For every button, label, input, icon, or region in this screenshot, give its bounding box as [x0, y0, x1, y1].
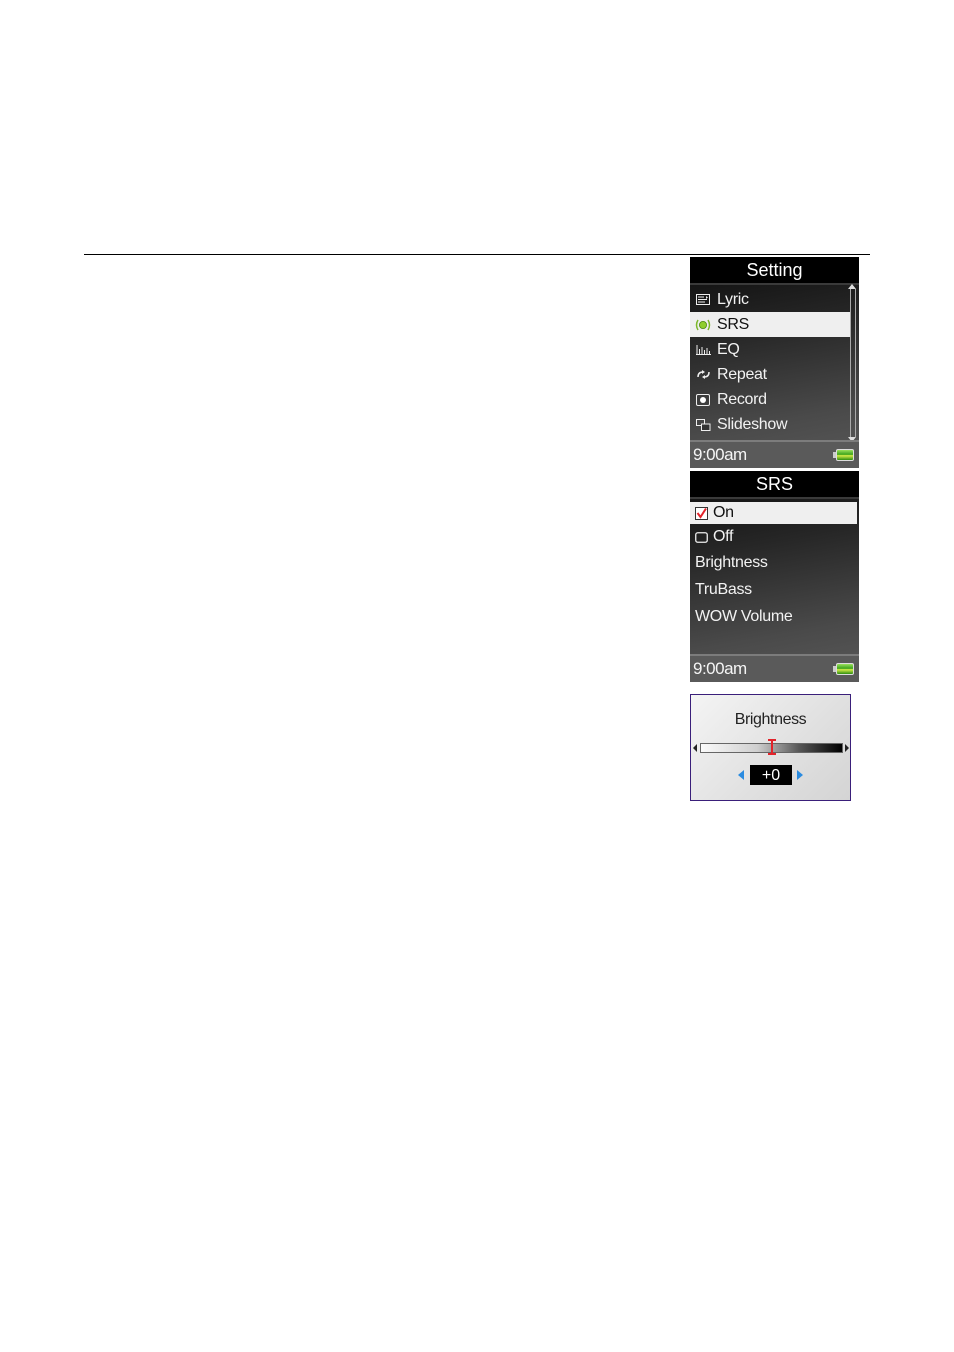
menu-item-record[interactable]: Record [690, 387, 859, 412]
brightness-value: +0 [750, 765, 792, 785]
menu-item-wow-volume[interactable]: WOW Volume [690, 603, 859, 630]
menu-item-label: SRS [717, 315, 749, 333]
menu-item-slideshow[interactable]: Slideshow [690, 412, 859, 437]
repeat-icon [694, 368, 712, 382]
brightness-dialog: Brightness +0 [690, 694, 851, 801]
menu-item-trubass[interactable]: TruBass [690, 576, 859, 603]
menu-item-srs[interactable]: SRS [690, 312, 850, 337]
screen-title: Setting [690, 257, 859, 285]
menu-item-label: EQ [717, 340, 740, 358]
setting-screen: Setting Lyric SRS EQ Repeat Record Slide… [690, 257, 859, 468]
menu-item-eq[interactable]: EQ [690, 337, 859, 362]
battery-icon [833, 449, 854, 461]
menu-item-label: Lyric [717, 290, 749, 308]
record-icon [694, 393, 712, 407]
checkbox-checked-icon[interactable] [694, 506, 708, 520]
menu-item-repeat[interactable]: Repeat [690, 362, 859, 387]
option-off[interactable]: Off [690, 524, 859, 550]
slider-left-arrow-icon[interactable] [693, 744, 697, 752]
option-label: On [713, 504, 734, 521]
increase-arrow-icon[interactable] [797, 770, 803, 780]
slider-thumb[interactable] [767, 739, 776, 755]
menu-item-label: Record [717, 390, 767, 408]
menu-item-label: WOW Volume [695, 607, 793, 625]
battery-icon [833, 663, 854, 675]
menu-item-lyric[interactable]: Lyric [690, 287, 859, 312]
menu-item-label: Repeat [717, 365, 767, 383]
srs-icon [694, 318, 712, 332]
horizontal-rule [84, 254, 870, 255]
clock: 9:00am [693, 445, 747, 464]
slideshow-icon [694, 418, 712, 432]
srs-screen: SRS On Off Brightness TruBass WOW Volume… [690, 471, 859, 682]
slider-right-arrow-icon[interactable] [845, 744, 849, 752]
dialog-title: Brightness [734, 711, 807, 728]
clock: 9:00am [693, 659, 747, 678]
screen-title: SRS [690, 471, 859, 499]
srs-menu: On Off Brightness TruBass WOW Volume [690, 499, 859, 630]
menu-item-label: TruBass [695, 580, 752, 598]
status-bar: 9:00am [690, 440, 859, 468]
lyric-icon [694, 293, 712, 307]
option-label: Off [713, 528, 734, 545]
checkbox-unchecked-icon[interactable] [694, 530, 708, 544]
eq-icon [694, 343, 712, 357]
option-on[interactable]: On [690, 502, 857, 524]
menu-item-label: Slideshow [717, 415, 788, 433]
setting-menu: Lyric SRS EQ Repeat Record Slideshow [690, 284, 859, 442]
status-bar: 9:00am [690, 654, 859, 682]
scrollbar[interactable] [848, 284, 856, 442]
menu-item-brightness[interactable]: Brightness [690, 550, 859, 576]
decrease-arrow-icon[interactable] [738, 770, 744, 780]
menu-item-label: Brightness [695, 554, 768, 571]
